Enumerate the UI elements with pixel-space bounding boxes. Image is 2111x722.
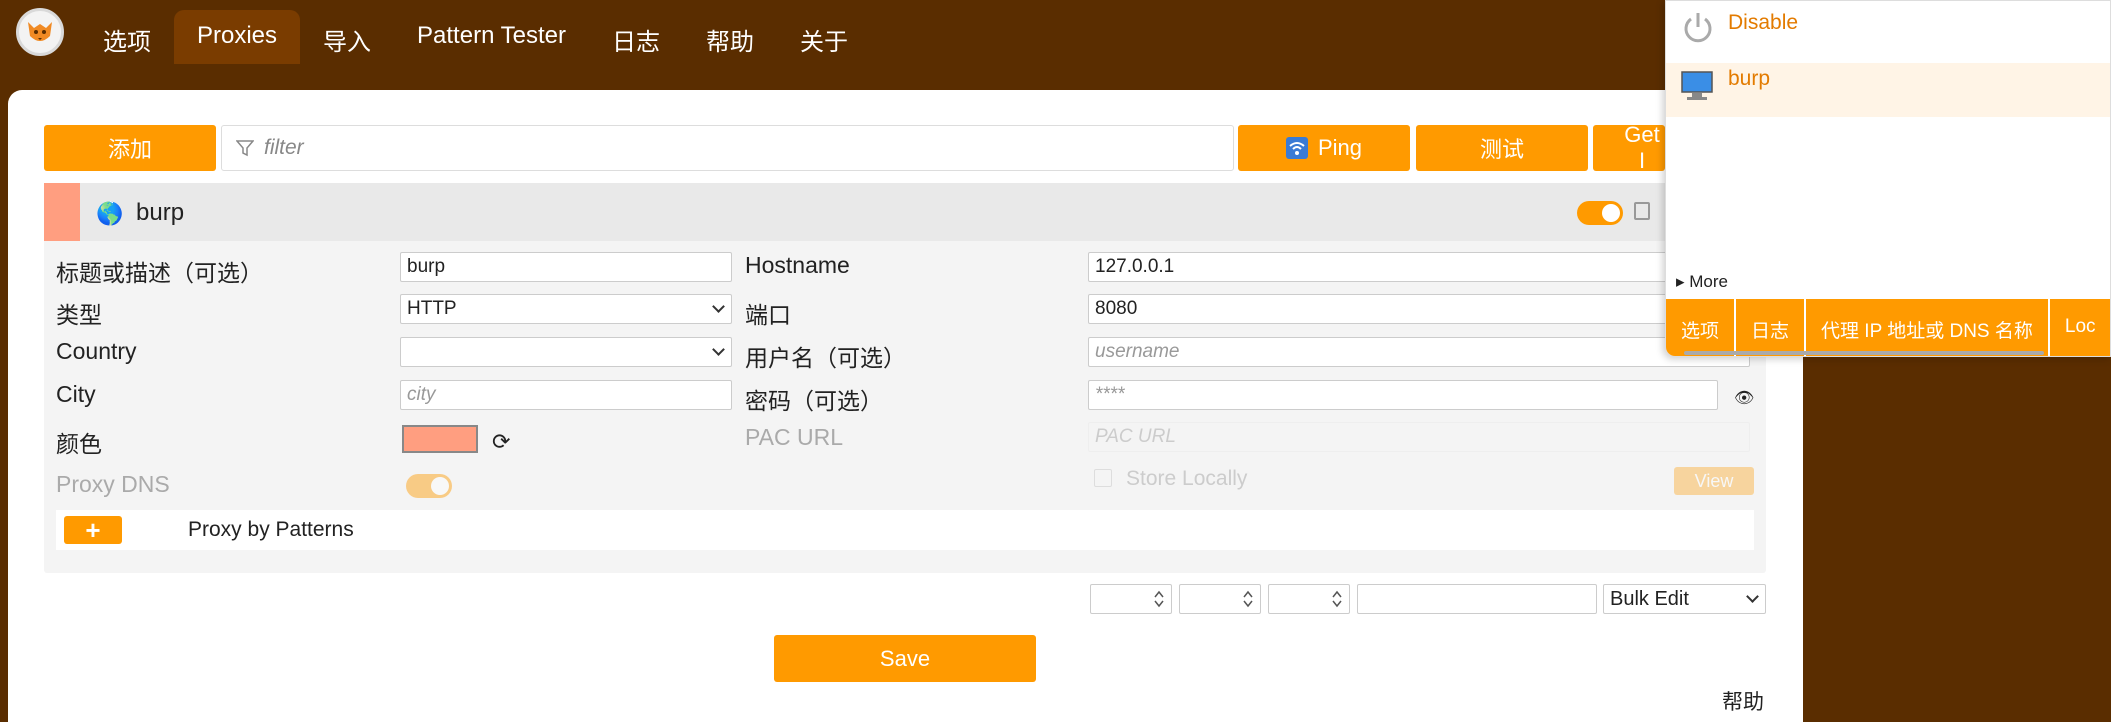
save-button[interactable]: Save [774,635,1036,682]
title-label: 标题或描述（可选） [56,260,263,286]
password-label: 密码（可选） [745,388,883,414]
wifi-icon [1285,137,1308,159]
filter-box [221,125,1234,171]
help-link[interactable]: 帮助 [1722,686,1764,716]
tab-log[interactable]: 日志 [589,10,683,64]
tab-help[interactable]: 帮助 [683,10,777,64]
tab-options[interactable]: 选项 [80,10,174,64]
globe-icon: 🌎 [96,201,124,226]
proxy-title: burp [136,199,185,226]
nav-tabs: 选项 Proxies 导入 Pattern Tester 日志 帮助 关于 [80,10,871,64]
country-label: Country [56,338,137,364]
proxy-enable-toggle[interactable] [1577,201,1623,225]
top-nav: 选项 Proxies 导入 Pattern Tester 日志 帮助 关于 [0,0,1665,64]
proxy-item-label: burp [1728,67,1771,90]
port-input[interactable]: 8080 [1088,294,1750,324]
username-label: 用户名（可选） [745,345,906,371]
bulk-edit-text-input[interactable] [1357,584,1597,614]
disable-item[interactable]: Disable [1666,1,2110,55]
computer-icon [1681,71,1713,100]
eye-icon[interactable]: 👁 [1734,388,1754,408]
popup-tab-options[interactable]: 选项 [1666,299,1737,356]
power-icon [1684,13,1712,43]
chevron-down-icon [712,343,725,356]
city-input[interactable]: city [400,380,732,410]
color-label: 颜色 [56,431,102,457]
chevron-down-icon [1746,590,1759,603]
spin-input-2[interactable] [1179,584,1261,614]
username-input[interactable]: username [1088,337,1750,367]
copy-icon[interactable] [1634,202,1650,220]
tab-pattern-tester[interactable]: Pattern Tester [394,10,589,64]
popup-tabs: 选项 日志 代理 IP 地址或 DNS 名称 Loc [1666,299,2110,356]
get-ip-button[interactable]: Get I [1593,125,1665,171]
more-toggle[interactable]: ▸ More [1676,272,1728,292]
color-picker[interactable] [402,425,478,453]
ping-button[interactable]: Ping [1238,125,1410,171]
filter-input[interactable] [264,136,1164,160]
title-input[interactable]: burp [400,252,732,282]
store-locally-checkbox[interactable] [1094,469,1112,487]
disable-label: Disable [1728,11,1799,34]
type-select[interactable]: HTTP [400,294,732,324]
pac-url-label: PAC URL [745,424,843,450]
port-label: 端口 [745,302,791,328]
add-button[interactable]: 添加 [44,125,216,171]
add-pattern-button[interactable]: + [64,515,122,545]
hostname-label: Hostname [745,252,850,278]
tab-proxies[interactable]: Proxies [174,10,301,64]
popup-tab-log[interactable]: 日志 [1736,299,1807,356]
proxy-dns-label: Proxy DNS [56,471,170,497]
popup-scrollbar[interactable] [1684,351,2044,355]
city-label: City [56,381,96,407]
tab-about[interactable]: 关于 [777,10,871,64]
patterns-row: + Proxy by Patterns [56,510,1754,550]
proxy-item-burp[interactable]: burp [1666,63,2110,117]
proxy-header[interactable]: 🌎 burp [44,183,1766,241]
spin-input-1[interactable] [1090,584,1172,614]
proxy-card: 🌎 burp 标题或描述（可选） burp 类型 HTTP Country Ci… [44,183,1766,573]
test-button[interactable]: 测试 [1416,125,1588,171]
password-input[interactable]: **** [1088,380,1718,410]
reset-color-icon[interactable]: ⟳ [492,429,510,455]
country-select[interactable] [400,337,732,367]
proxy-color-strip [44,183,80,241]
view-button[interactable]: View [1674,467,1754,495]
spinner-icon [1332,590,1342,608]
patterns-label: Proxy by Patterns [188,518,354,541]
tab-import[interactable]: 导入 [300,10,394,64]
chevron-down-icon [712,300,725,313]
spin-input-3[interactable] [1268,584,1350,614]
filter-icon [236,140,254,157]
bulk-edit-select[interactable]: Bulk Edit [1603,584,1766,614]
popup-tab-location[interactable]: Loc [2049,299,2110,356]
bulk-edit-value: Bulk Edit [1610,588,1689,610]
proxy-dns-toggle[interactable] [406,474,452,498]
foxyproxy-logo-icon [16,8,64,56]
spinner-icon [1243,590,1253,608]
ping-label: Ping [1317,135,1363,160]
type-value: HTTP [407,298,457,319]
store-locally-label: Store Locally [1126,467,1248,490]
type-label: 类型 [56,302,102,328]
hostname-input[interactable]: 127.0.0.1 [1088,252,1750,282]
popup-tab-proxy-ip[interactable]: 代理 IP 地址或 DNS 名称 [1806,299,2050,356]
spinner-icon [1154,590,1164,608]
toolbar-popup: Disable burp ▸ More 选项 日志 代理 IP 地址或 DNS … [1665,0,2111,357]
pac-url-input[interactable]: PAC URL [1088,422,1750,452]
